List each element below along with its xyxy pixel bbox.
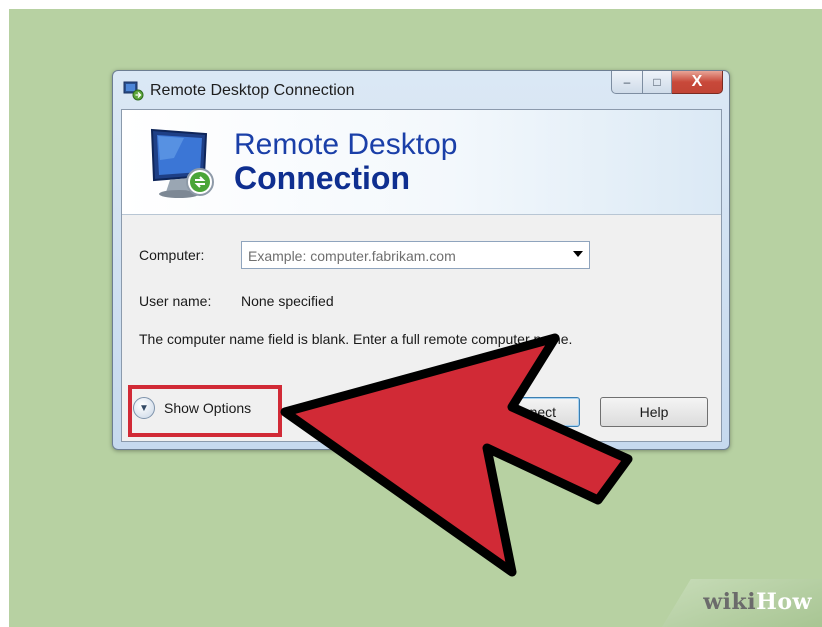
computer-input[interactable] [246, 242, 560, 270]
banner: Remote Desktop Connection [122, 110, 721, 215]
window-title: Remote Desktop Connection [150, 82, 355, 99]
computer-combobox[interactable] [241, 241, 590, 270]
watermark-wiki: wiki [703, 589, 757, 615]
close-button[interactable]: X [672, 71, 723, 94]
computer-label: Computer: [139, 247, 205, 263]
connect-button[interactable]: Connect [480, 397, 580, 427]
watermark-how: How [756, 589, 812, 615]
banner-title-line1: Remote Desktop [234, 128, 458, 161]
username-label: User name: [139, 293, 212, 309]
maximize-button[interactable]: □ [643, 71, 672, 94]
minimize-button[interactable]: – [611, 71, 643, 94]
dropdown-arrow-icon[interactable] [573, 251, 583, 257]
username-value: None specified [241, 293, 334, 309]
highlight-box [128, 385, 282, 437]
title-bar[interactable]: Remote Desktop Connection – □ X [113, 71, 729, 109]
banner-title-line2: Connection [234, 160, 410, 196]
monitor-icon [150, 128, 214, 198]
remote-desktop-icon [123, 81, 144, 101]
status-message: The computer name field is blank. Enter … [139, 331, 573, 347]
help-button[interactable]: Help [600, 397, 708, 427]
